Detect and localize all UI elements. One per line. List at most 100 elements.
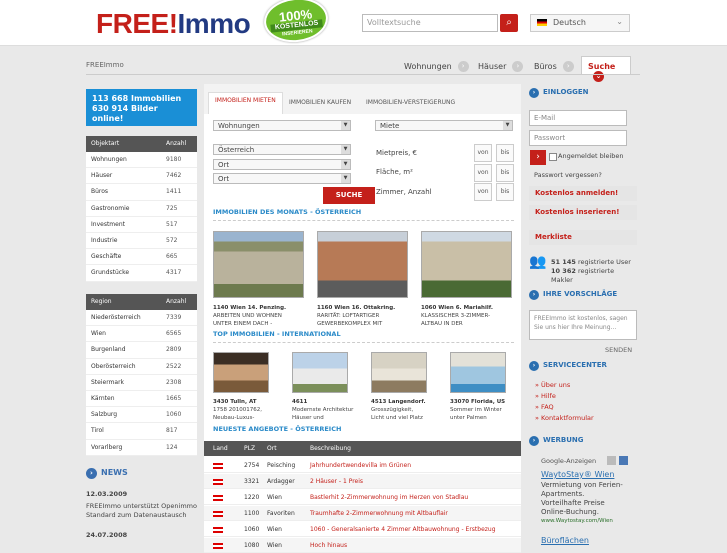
ad-text[interactable]: Vermietung von Ferien- Apartments. Vorteil…: [541, 481, 623, 517]
property-caption[interactable]: 3430 Tulln, AT 1758 201001762, Neubau-Luxu…: [213, 398, 283, 422]
tab-versteigerung[interactable]: IMMOBILIEN-VERSTEIGERUNG: [366, 96, 455, 109]
region-row[interactable]: Burgenland 2809: [86, 342, 197, 359]
news-text[interactable]: Standard zum Datenaustausch: [86, 511, 186, 520]
chevron-down-icon: ▼: [341, 160, 350, 169]
link-kontakt[interactable]: » Kontaktformular: [535, 414, 594, 422]
news-date: 12.03.2009: [86, 490, 128, 498]
link-faq[interactable]: » FAQ: [535, 403, 554, 411]
table-row[interactable]: 2754 Peisching Jahrhundertwendevilla im Gr…: [204, 458, 521, 473]
link-ueber-uns[interactable]: » Über uns: [535, 381, 570, 389]
region-row[interactable]: Kärnten 1665: [86, 391, 197, 408]
region-row[interactable]: Salzburg 1060: [86, 407, 197, 424]
property-caption[interactable]: 4513 Langendorf. Grosszügigkeit, Licht und…: [371, 398, 446, 422]
objektart-panel: Objektart Anzahl Wohnungen 9180 Häuser 7462…: [86, 136, 197, 282]
login-button[interactable]: ›: [530, 150, 546, 165]
flaeche-bis[interactable]: bis: [496, 164, 514, 182]
news-text[interactable]: FREEImmo unterstützt Openimmo: [86, 502, 197, 511]
property-photo[interactable]: [450, 352, 506, 393]
objektart-row[interactable]: Gastronomie 725: [86, 201, 197, 217]
property-photo[interactable]: [317, 231, 408, 298]
senden-button[interactable]: SENDEN: [605, 346, 632, 355]
suggestions-textarea[interactable]: FREEImmo ist kostenlos, sagen Sie uns hi…: [529, 310, 637, 340]
table-row[interactable]: 3321 Ardagger 2 Häuser - 1 Preis: [204, 474, 521, 489]
nav-suche[interactable]: Suche⌄: [581, 56, 631, 82]
typ-select[interactable]: Wohnungen ▼: [213, 120, 351, 131]
property-caption[interactable]: 33070 Florida, US Sommer im Winter unter P…: [450, 398, 520, 422]
ort-select[interactable]: Ort ▼: [213, 173, 351, 184]
logo[interactable]: FREE!Immo: [96, 8, 251, 40]
forgot-password-link[interactable]: Passwort vergessen?: [534, 171, 602, 180]
nav-wohnungen[interactable]: Wohnungen ›: [404, 56, 469, 74]
chevron-down-icon: ⌄: [616, 17, 623, 26]
property-caption[interactable]: 1160 Wien 16. Ottakring. RARITÄT: LOFTART…: [317, 304, 417, 328]
region-panel: Region Anzahl Niederösterreich 7339 Wien 65…: [86, 294, 197, 456]
ort-select[interactable]: Ort ▼: [213, 159, 351, 170]
divider: [213, 342, 514, 343]
link-hilfe[interactable]: » Hilfe: [535, 392, 556, 400]
property-photo[interactable]: [292, 352, 348, 393]
mietpreis-bis[interactable]: bis: [496, 144, 514, 162]
top-bar: FREE!Immo 100% KOSTENLOS INSERIEREN Vollte…: [0, 0, 727, 46]
objektart-row[interactable]: Grundstücke 4317: [86, 265, 197, 282]
mietpreis-von[interactable]: von: [474, 144, 492, 162]
table-row[interactable]: 1060 Wien 1060 - Generalsanierte 4 Zimmer …: [204, 522, 521, 537]
ad-title[interactable]: Büroflächen: [541, 536, 589, 545]
objektart-row[interactable]: Industrie 572: [86, 233, 197, 250]
ad-title[interactable]: WaytoStay® Wien: [541, 470, 614, 479]
table-row[interactable]: 1100 Favoriten Traumhafte 2-Zimmerwohnung …: [204, 506, 521, 521]
objektart-row[interactable]: Geschäfte 665: [86, 249, 197, 266]
language-select[interactable]: Deutsch ⌄: [530, 14, 630, 32]
insert-button[interactable]: Kostenlos inserieren!: [529, 205, 637, 220]
arrow-right-icon: ›: [86, 468, 97, 479]
google-ads-label[interactable]: Google-Anzeigen: [541, 457, 596, 466]
property-photo[interactable]: [213, 231, 304, 298]
property-caption[interactable]: 1060 Wien 6. Mariahilf. KLASSISCHER 3-ZIM…: [421, 304, 521, 328]
region-row[interactable]: Steiermark 2308: [86, 375, 197, 391]
table-row[interactable]: 1220 Wien Bastlerhit 2-Zimmerwohnung im He…: [204, 490, 521, 505]
users-count: 51 145 registrierte User: [551, 258, 631, 266]
table-row[interactable]: 1080 Wien Hoch hinaus: [204, 538, 521, 553]
ad-url[interactable]: www.Waytostay.com/Wien: [541, 517, 613, 526]
land-select[interactable]: Österreich ▼: [213, 144, 351, 155]
next-ad-icon[interactable]: [619, 456, 628, 465]
zimmer-bis[interactable]: bis: [496, 183, 514, 201]
suche-button[interactable]: SUCHE: [323, 187, 375, 204]
region-row[interactable]: Niederösterreich 7339: [86, 310, 197, 327]
chevron-down-icon: ▼: [503, 121, 512, 130]
remember-label: Angemeldet bleiben: [558, 152, 624, 160]
nav-bueros[interactable]: Büros ›: [534, 56, 574, 74]
region-row[interactable]: Tirol 817: [86, 423, 197, 440]
property-photo[interactable]: [213, 352, 269, 393]
register-button[interactable]: Kostenlos anmelden!: [529, 186, 637, 201]
users-icon: 👥: [529, 254, 547, 270]
objektart-row[interactable]: Büros 1411: [86, 184, 197, 201]
search-button[interactable]: ⌕: [500, 14, 518, 32]
region-row[interactable]: Vorarlberg 124: [86, 440, 197, 456]
property-photo[interactable]: [371, 352, 427, 393]
merkliste-button[interactable]: Merkliste: [529, 230, 637, 245]
objektart-row[interactable]: Investment 517: [86, 217, 197, 233]
search-input[interactable]: Volltextsuche: [362, 14, 498, 32]
arrow-right-icon: ›: [529, 361, 539, 371]
property-caption[interactable]: 4611 Modernste Architektur Häuser und: [292, 398, 367, 422]
tab-mieten[interactable]: IMMOBILIEN MIETEN: [208, 92, 283, 114]
objektart-row[interactable]: Häuser 7462: [86, 168, 197, 185]
property-photo[interactable]: [421, 231, 512, 298]
tab-kaufen[interactable]: IMMOBILIEN KAUFEN: [289, 96, 351, 109]
remember-checkbox[interactable]: [549, 153, 557, 161]
free-badge: 100% KOSTENLOS INSERIEREN: [261, 0, 331, 46]
property-caption[interactable]: 1140 Wien 14. Penzing. ARBEITEN UND WOHNE…: [213, 304, 313, 328]
flag-at-icon: [213, 463, 223, 469]
objektart-row[interactable]: Wohnungen 9180: [86, 152, 197, 169]
zimmer-von[interactable]: von: [474, 183, 492, 201]
region-row[interactable]: Oberösterreich 2522: [86, 359, 197, 375]
breadcrumb[interactable]: FREEImmo: [86, 61, 124, 69]
flaeche-von[interactable]: von: [474, 164, 492, 182]
password-field[interactable]: Passwort: [529, 130, 627, 146]
chevron-down-icon: ▼: [341, 121, 350, 130]
email-field[interactable]: E-Mail: [529, 110, 627, 126]
region-row[interactable]: Wien 6565: [86, 326, 197, 343]
prev-ad-icon[interactable]: [607, 456, 616, 465]
miete-select[interactable]: Miete ▼: [375, 120, 513, 131]
nav-haeuser[interactable]: Häuser ›: [478, 56, 524, 74]
